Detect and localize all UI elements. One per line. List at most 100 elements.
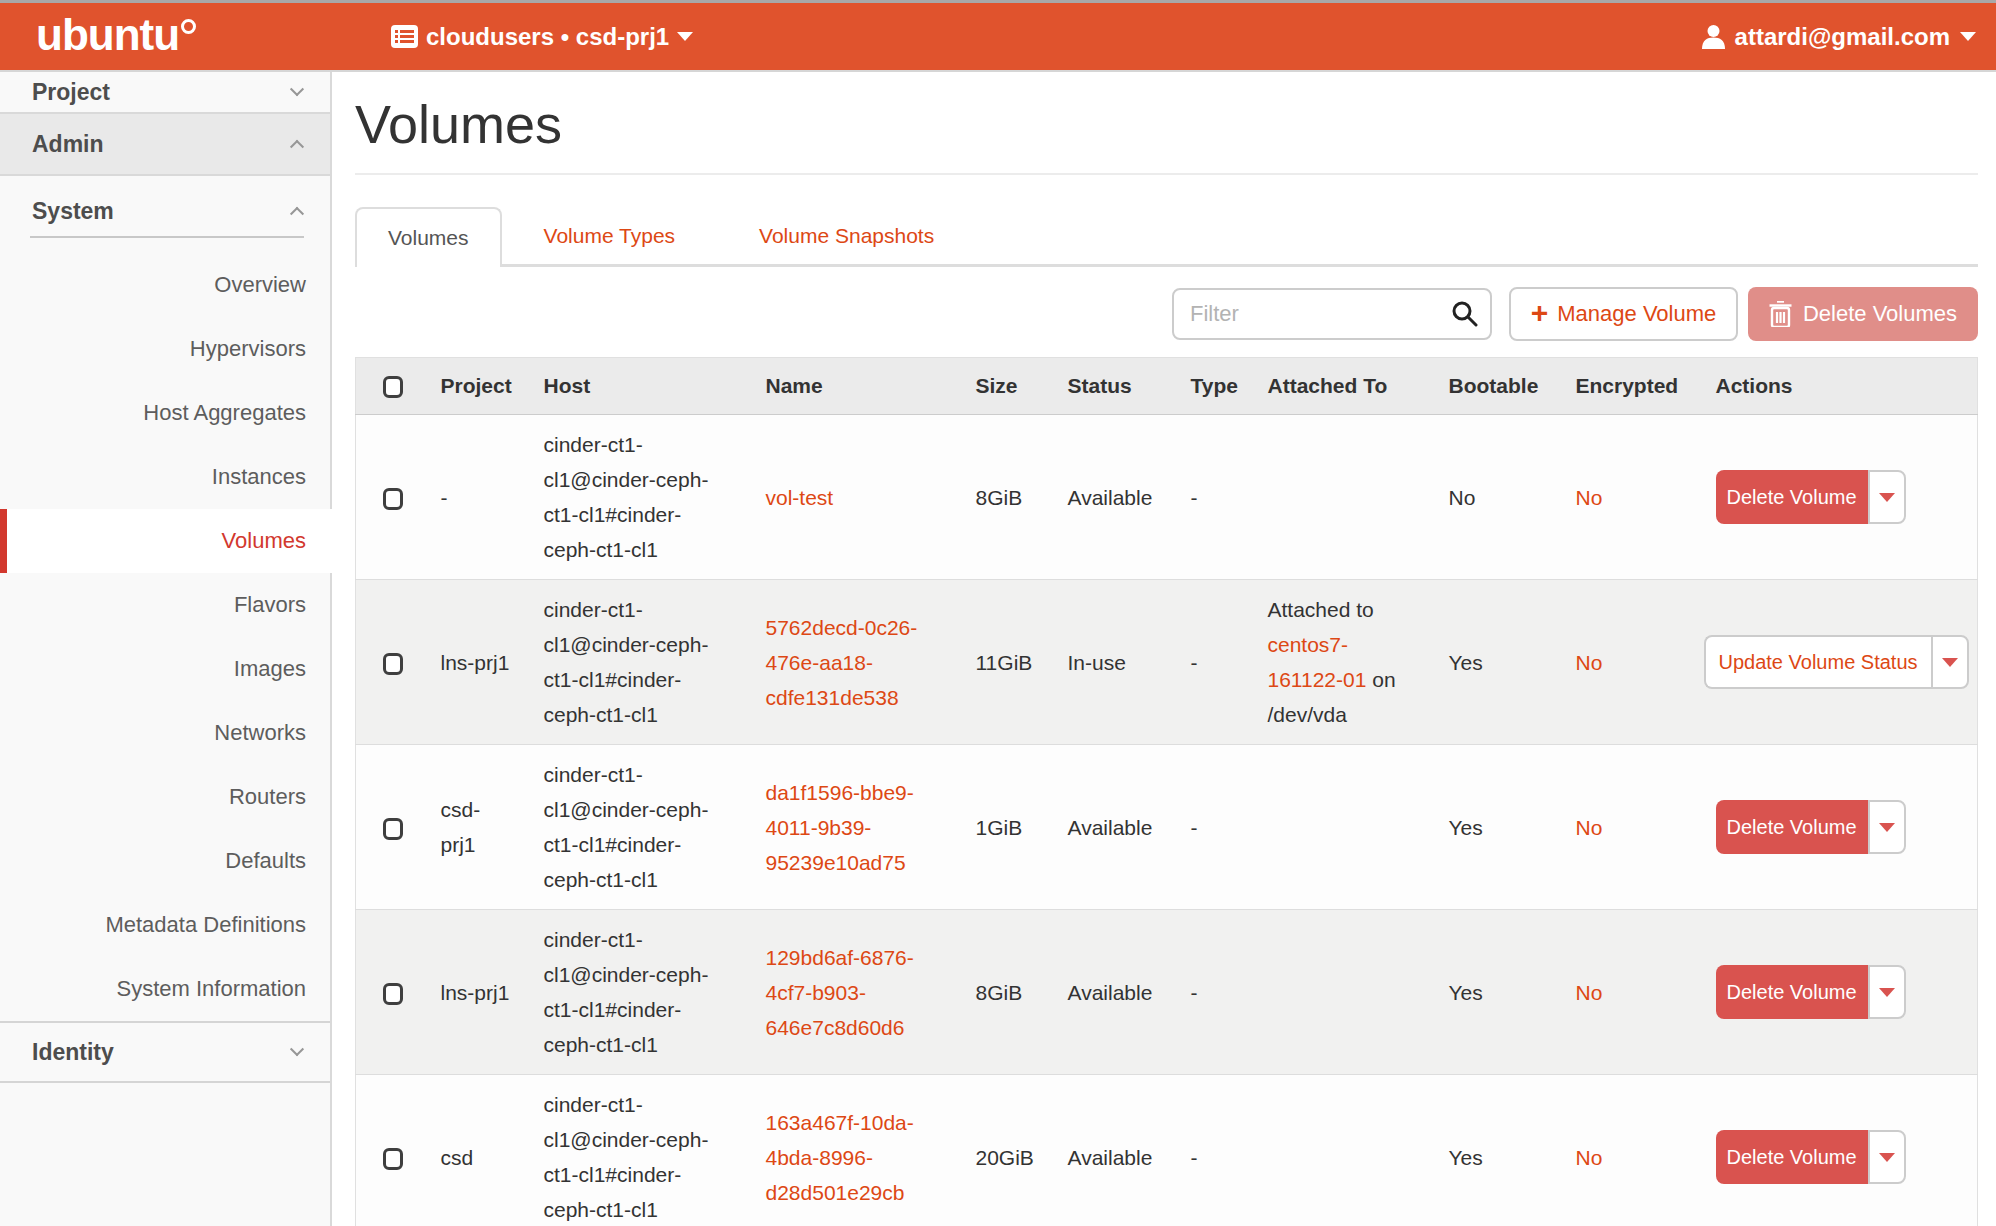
- cell-bootable: Yes: [1434, 1075, 1561, 1226]
- cell-bootable: Yes: [1434, 745, 1561, 910]
- cell-status: In-use: [1053, 580, 1176, 745]
- column-header-encrypted: Encrypted: [1561, 358, 1701, 415]
- project-context-switcher[interactable]: cloudusers • csd-prj1: [391, 3, 693, 70]
- update-volume-status-button[interactable]: Update Volume Status: [1704, 635, 1931, 689]
- sidebar-item-metadata-definitions[interactable]: Metadata Definitions: [0, 893, 332, 957]
- sidebar-section-project[interactable]: Project: [0, 72, 332, 114]
- chevron-down-icon: [677, 32, 693, 41]
- ubuntu-logo[interactable]: ubuntu: [36, 10, 196, 60]
- cell-name: da1f1596-bbe9- 4011-9b39- 95239e10ad75: [751, 745, 961, 910]
- action-dropdown-toggle[interactable]: [1868, 470, 1906, 524]
- sidebar-item-defaults[interactable]: Defaults: [0, 829, 332, 893]
- volume-name-link[interactable]: da1f1596-bbe9- 4011-9b39- 95239e10ad75: [766, 781, 914, 874]
- sidebar-section-system[interactable]: System: [0, 186, 332, 236]
- sidebar-item-images[interactable]: Images: [0, 637, 332, 701]
- cell-project: csd- prj1: [426, 745, 529, 910]
- tab-bar: VolumesVolume TypesVolume Snapshots: [355, 207, 1978, 267]
- sidebar-section-admin[interactable]: Admin: [0, 114, 332, 176]
- action-button-group: Delete Volume: [1716, 965, 1906, 1019]
- volume-name-link[interactable]: 129bd6af-6876- 4cf7-b903- 646e7c8d60d6: [766, 946, 914, 1039]
- table-toolbar: + Manage Volume Delete Volumes: [355, 287, 1978, 341]
- row-checkbox[interactable]: [383, 818, 403, 840]
- cell-type: -: [1176, 415, 1253, 580]
- sidebar-item-hypervisors[interactable]: Hypervisors: [0, 317, 332, 381]
- cell-actions: Delete Volume: [1701, 910, 1978, 1075]
- plus-icon: +: [1531, 298, 1549, 328]
- cell-host: cinder-ct1- cl1@cinder-ceph- ct1-cl1#cin…: [529, 745, 751, 910]
- cell-project: -: [426, 415, 529, 580]
- cell-actions: Delete Volume: [1701, 1075, 1978, 1226]
- tab-volumes[interactable]: Volumes: [355, 207, 502, 267]
- row-checkbox[interactable]: [383, 983, 403, 1005]
- cell-actions: Delete Volume: [1701, 745, 1978, 910]
- cell-host: cinder-ct1- cl1@cinder-ceph- ct1-cl1#cin…: [529, 1075, 751, 1226]
- cell-size: 20GiB: [961, 1075, 1053, 1226]
- delete-volume-button[interactable]: Delete Volume: [1716, 800, 1868, 854]
- sidebar-project-label: Project: [32, 79, 110, 106]
- attached-instance-link[interactable]: centos7-: [1268, 633, 1349, 656]
- sidebar-item-flavors[interactable]: Flavors: [0, 573, 332, 637]
- sidebar-identity-label: Identity: [32, 1039, 114, 1066]
- ubuntu-circle-of-friends-icon: [181, 19, 196, 34]
- volumes-table: ProjectHostNameSizeStatusTypeAttached To…: [355, 357, 1978, 1226]
- sidebar-item-routers[interactable]: Routers: [0, 765, 332, 829]
- cell-host: cinder-ct1- cl1@cinder-ceph- ct1-cl1#cin…: [529, 415, 751, 580]
- delete-volume-button[interactable]: Delete Volume: [1716, 1130, 1868, 1184]
- table-row: lns-prj1cinder-ct1- cl1@cinder-ceph- ct1…: [356, 910, 1978, 1075]
- caret-down-icon: [1942, 658, 1958, 667]
- volume-name-link[interactable]: 5762decd-0c26- 476e-aa18- cdfe131de538: [766, 616, 918, 709]
- cell-name: 5762decd-0c26- 476e-aa18- cdfe131de538: [751, 580, 961, 745]
- table-row: csdcinder-ct1- cl1@cinder-ceph- ct1-cl1#…: [356, 1075, 1978, 1226]
- sidebar-section-identity[interactable]: Identity: [0, 1021, 332, 1083]
- search-icon[interactable]: [1451, 300, 1478, 327]
- row-checkbox[interactable]: [383, 653, 403, 675]
- chevron-up-icon: [290, 207, 304, 221]
- action-button-group: Delete Volume: [1716, 1130, 1906, 1184]
- action-dropdown-toggle[interactable]: [1868, 800, 1906, 854]
- context-label: cloudusers • csd-prj1: [426, 23, 669, 51]
- table-header: ProjectHostNameSizeStatusTypeAttached To…: [356, 358, 1978, 415]
- user-menu[interactable]: attardi@gmail.com: [1702, 3, 1976, 70]
- row-checkbox[interactable]: [383, 1148, 403, 1170]
- sidebar-item-overview[interactable]: Overview: [0, 253, 332, 317]
- column-header-host: Host: [529, 358, 751, 415]
- cell-status: Available: [1053, 745, 1176, 910]
- delete-volume-button[interactable]: Delete Volume: [1716, 965, 1868, 1019]
- top-navbar: ubuntu cloudusers • csd-prj1 attardi@gma…: [0, 0, 1996, 72]
- filter-input[interactable]: [1172, 288, 1492, 340]
- tab-volume-types[interactable]: Volume Types: [502, 207, 718, 264]
- sidebar-item-host-aggregates[interactable]: Host Aggregates: [0, 381, 332, 445]
- cell-host: cinder-ct1- cl1@cinder-ceph- ct1-cl1#cin…: [529, 910, 751, 1075]
- manage-volume-button[interactable]: + Manage Volume: [1509, 287, 1738, 341]
- cell-size: 8GiB: [961, 910, 1053, 1075]
- cell-type: -: [1176, 910, 1253, 1075]
- volume-name-link[interactable]: vol-test: [766, 486, 834, 509]
- project-list-icon: [391, 25, 418, 48]
- trash-icon: [1769, 301, 1792, 327]
- sidebar-item-volumes[interactable]: Volumes: [0, 509, 332, 573]
- attached-instance-link[interactable]: 161122-01: [1268, 668, 1367, 691]
- delete-volumes-button[interactable]: Delete Volumes: [1748, 287, 1978, 341]
- column-header-name: Name: [751, 358, 961, 415]
- cell-status: Available: [1053, 1075, 1176, 1226]
- row-checkbox[interactable]: [383, 488, 403, 510]
- column-header-status: Status: [1053, 358, 1176, 415]
- select-all-checkbox[interactable]: [383, 376, 403, 398]
- sidebar-item-networks[interactable]: Networks: [0, 701, 332, 765]
- sidebar-item-instances[interactable]: Instances: [0, 445, 332, 509]
- action-dropdown-toggle[interactable]: [1931, 635, 1969, 689]
- cell-bootable: Yes: [1434, 580, 1561, 745]
- sidebar-admin-label: Admin: [32, 131, 104, 158]
- action-dropdown-toggle[interactable]: [1868, 965, 1906, 1019]
- delete-volume-button[interactable]: Delete Volume: [1716, 470, 1868, 524]
- action-dropdown-toggle[interactable]: [1868, 1130, 1906, 1184]
- caret-down-icon: [1879, 493, 1895, 502]
- cell-size: 11GiB: [961, 580, 1053, 745]
- tab-volume-snapshots[interactable]: Volume Snapshots: [717, 207, 976, 264]
- volume-name-link[interactable]: 163a467f-10da- 4bda-8996- d28d501e29cb: [766, 1111, 914, 1204]
- cell-encrypted: No: [1561, 745, 1701, 910]
- cell-actions: Delete Volume: [1701, 415, 1978, 580]
- column-header-actions: Actions: [1701, 358, 1978, 415]
- column-header-attached-to: Attached To: [1253, 358, 1434, 415]
- sidebar-item-system-information[interactable]: System Information: [0, 957, 332, 1021]
